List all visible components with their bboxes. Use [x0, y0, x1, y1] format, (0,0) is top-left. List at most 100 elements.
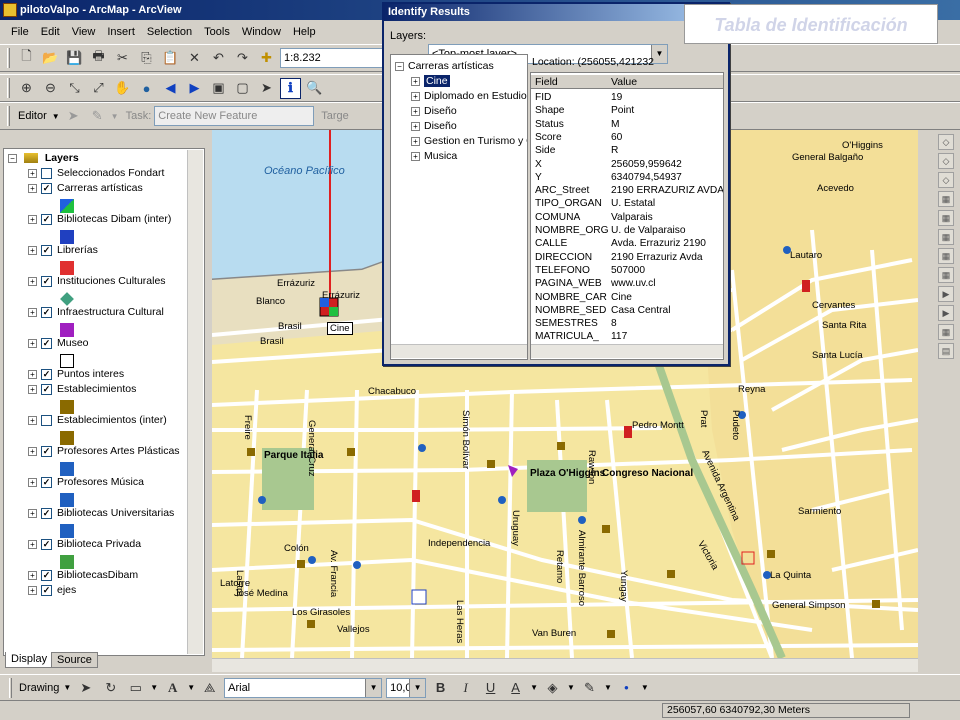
expand-icon[interactable]: + [28, 168, 37, 178]
edit-tool-icon[interactable]: ➤ [63, 106, 84, 127]
attribute-row[interactable]: MATRICULA_ 117 [531, 330, 723, 343]
expand-icon[interactable]: + [28, 570, 37, 580]
toc-layer-row[interactable]: + ✓ Librerías [28, 243, 98, 258]
attribute-horizontal-scrollbar[interactable] [531, 344, 723, 358]
menu-file[interactable]: File [6, 24, 34, 40]
print-icon[interactable]: 🖶 [88, 48, 109, 69]
attribute-row[interactable]: TIPO_ORGAN U. Estatal [531, 197, 723, 210]
layer-visibility-checkbox[interactable]: ✓ [41, 584, 52, 596]
toc-layer-row[interactable]: + ✓ Museo [28, 336, 89, 351]
collapse-icon[interactable]: − [395, 62, 404, 71]
attribute-row[interactable]: X 256059,959642 [531, 158, 723, 171]
layer-visibility-checkbox[interactable]: ✓ [41, 569, 52, 581]
fill-color-icon[interactable]: ◈ [542, 677, 563, 698]
tool-icon[interactable]: ▶ [938, 286, 954, 302]
toolbar-grip[interactable] [7, 48, 10, 68]
toolbar-grip[interactable] [7, 78, 10, 98]
redo-icon[interactable]: ↷ [232, 48, 253, 69]
attribute-row[interactable]: COMUNA Valparais [531, 211, 723, 224]
expand-icon[interactable]: + [28, 384, 37, 394]
edit-vertices-icon[interactable]: ⟁ [199, 677, 220, 698]
toc-layer-row[interactable]: + ✓ Bibliotecas Dibam (inter) [28, 212, 171, 227]
tree-item[interactable]: + Cine [411, 74, 450, 89]
attribute-row[interactable]: Shape Point [531, 104, 723, 117]
expand-icon[interactable]: + [28, 369, 37, 379]
toc-root[interactable]: − Layers [8, 151, 79, 166]
tree-item[interactable]: + Diseño [411, 104, 457, 119]
save-icon[interactable]: 💾 [64, 48, 85, 69]
attribute-row[interactable]: CALLE Avda. Errazuriz 2190 [531, 237, 723, 250]
chevron-down-icon[interactable]: ▼ [63, 683, 71, 692]
chevron-down-icon[interactable]: ▼ [409, 678, 426, 697]
bold-icon[interactable]: B [430, 677, 451, 698]
chevron-down-icon[interactable]: ▼ [111, 112, 119, 121]
menu-tools[interactable]: Tools [199, 24, 235, 40]
tree-horizontal-scrollbar[interactable] [391, 344, 527, 358]
undo-icon[interactable]: ↶ [208, 48, 229, 69]
tool-icon[interactable]: ◇ [938, 134, 954, 150]
attribute-row[interactable]: TELEFONO 507000 [531, 264, 723, 277]
toc-layer-row[interactable]: + ✓ Puntos interes [28, 367, 124, 382]
menu-selection[interactable]: Selection [142, 24, 197, 40]
task-combo[interactable]: Create New Feature [154, 106, 315, 126]
expand-icon[interactable]: + [411, 152, 420, 161]
clear-selection-icon[interactable]: ▢ [232, 78, 253, 99]
expand-icon[interactable]: + [28, 214, 37, 224]
editor-menu[interactable]: Editor [16, 110, 49, 122]
expand-icon[interactable]: + [411, 137, 420, 146]
expand-icon[interactable]: + [411, 77, 420, 86]
tool-icon[interactable]: ▦ [938, 229, 954, 245]
toolbar-grip[interactable] [9, 677, 12, 698]
attribute-row[interactable]: Status M [531, 118, 723, 131]
chevron-down-icon[interactable]: ▼ [365, 678, 382, 697]
chevron-down-icon[interactable]: ▼ [641, 683, 649, 692]
expand-icon[interactable]: + [28, 338, 37, 348]
tool-icon[interactable]: ▦ [938, 248, 954, 264]
expand-icon[interactable]: + [28, 276, 37, 286]
chevron-down-icon[interactable]: ▼ [567, 683, 575, 692]
toc-layer-row[interactable]: + Establecimientos (inter) [28, 413, 167, 428]
layer-visibility-checkbox[interactable]: ✓ [41, 275, 52, 287]
expand-icon[interactable]: + [28, 585, 37, 595]
tree-item[interactable]: + Gestion en Turismo y C [411, 134, 527, 149]
forward-extent-icon[interactable]: ▶ [184, 78, 205, 99]
expand-icon[interactable]: + [28, 307, 37, 317]
expand-icon[interactable]: + [411, 107, 420, 116]
pan-icon[interactable]: ✋ [112, 78, 133, 99]
menu-view[interactable]: View [67, 24, 101, 40]
attribute-row[interactable]: ARC_Street 2190 ERRAZURIZ AVDA [531, 184, 723, 197]
tree-item[interactable]: + Diplomado en Estudios [411, 89, 527, 104]
text-icon[interactable]: A [162, 677, 183, 698]
full-extent-icon[interactable]: ● [136, 78, 157, 99]
toc-scrollbar[interactable] [187, 150, 203, 654]
toolbar-grip[interactable] [7, 106, 10, 126]
toc-layer-row[interactable]: + ✓ Bibliotecas Universitarias [28, 506, 174, 521]
chevron-down-icon[interactable]: ▼ [530, 683, 538, 692]
tool-icon[interactable]: ◇ [938, 172, 954, 188]
tool-icon[interactable]: ▦ [938, 324, 954, 340]
toc-layer-row[interactable]: + ✓ ejes [28, 583, 76, 598]
tool-icon[interactable]: ▶ [938, 305, 954, 321]
attribute-row[interactable]: Y 6340794,54937 [531, 171, 723, 184]
expand-icon[interactable]: + [411, 92, 420, 101]
toc-layer-row[interactable]: + Seleccionados Fondart [28, 166, 164, 181]
toc-layer-row[interactable]: + ✓ BibliotecasDibam [28, 568, 138, 583]
menu-edit[interactable]: Edit [36, 24, 65, 40]
rectangle-icon[interactable]: ▭ [125, 677, 146, 698]
column-header-value[interactable]: Value [611, 75, 637, 89]
layer-visibility-checkbox[interactable]: ✓ [41, 244, 52, 256]
rotate-icon[interactable]: ↻ [100, 677, 121, 698]
layer-visibility-checkbox[interactable]: ✓ [41, 538, 52, 550]
expand-icon[interactable]: + [28, 477, 37, 487]
toc-layer-row[interactable]: + ✓ Carreras artísticas [28, 181, 143, 196]
zoom-out-icon[interactable]: ⊖ [40, 78, 61, 99]
expand-icon[interactable]: + [28, 446, 37, 456]
open-icon[interactable]: 📂 [40, 48, 61, 69]
font-combo[interactable]: Arial ▼ [224, 677, 383, 698]
tab-source[interactable]: Source [51, 652, 98, 668]
layer-visibility-checkbox[interactable]: ✓ [41, 182, 52, 194]
add-data-icon[interactable]: ✚ [256, 48, 277, 69]
tool-icon[interactable]: ◇ [938, 153, 954, 169]
fixed-zoom-out-icon[interactable]: ⤢ [88, 78, 109, 99]
tool-icon[interactable]: ▦ [938, 210, 954, 226]
